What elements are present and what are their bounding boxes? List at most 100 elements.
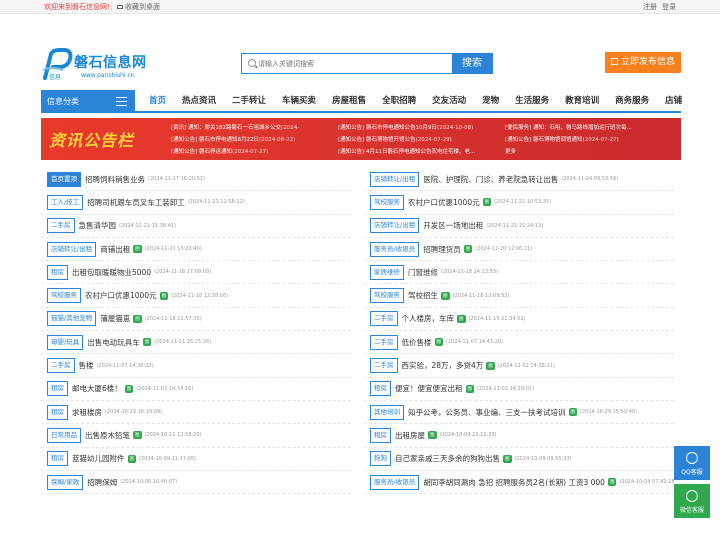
category-tag[interactable]: 日常用品 bbox=[47, 427, 81, 443]
item-title[interactable]: 出租房屋 bbox=[395, 430, 425, 441]
list-item[interactable]: 租房 蓝猫幼儿园附件图 (2024-10-09 11:37:05) bbox=[41, 448, 351, 471]
list-item[interactable]: 二手房 低价售楼图 (2024-11-07 14:41:20) bbox=[364, 331, 674, 355]
banner-notice-link[interactable]: [通知公告] 磐石市停电通知公告10月9日(2024-10-08) bbox=[338, 122, 503, 134]
list-item[interactable]: 家居维修 门窗维修 (2024-11-18 14:13:53) bbox=[364, 261, 674, 285]
item-title[interactable]: 招聘保姆 bbox=[87, 477, 117, 488]
nav-item[interactable]: 宠物 bbox=[474, 90, 507, 113]
nav-item[interactable]: 教育培训 bbox=[557, 90, 607, 113]
post-info-button[interactable]: 立即发布信息 bbox=[605, 52, 681, 73]
list-item[interactable]: 日常用品 出售原木铅笔图 (2024-10-11 12:58:20) bbox=[41, 424, 351, 448]
nav-item[interactable]: 二手转让 bbox=[224, 90, 274, 113]
list-item[interactable]: 店铺转让/出租 开发区一场地出租 (2024-11-21 15:24:13) bbox=[364, 215, 674, 238]
item-title[interactable]: 自己家亲戚三天多余的狗狗出售 bbox=[395, 453, 500, 464]
nav-item[interactable]: 店铺 bbox=[657, 90, 690, 113]
login-link[interactable]: 登录 bbox=[662, 0, 676, 14]
item-title[interactable]: 售楼 bbox=[79, 360, 94, 371]
list-item[interactable]: 驾校服务 农村户口优惠1000元图 (2024-11-22 10:53:35) bbox=[364, 191, 674, 215]
list-item[interactable]: 二手房 西实验，28万，多贷4万图 (2024-11-02 14:38:21) bbox=[364, 354, 674, 378]
item-title[interactable]: 出租包取暖暖物业5000 bbox=[72, 267, 151, 278]
list-item[interactable]: 服务员/收银员 招聘理货员图 (2024-11-20 12:06:21) bbox=[364, 238, 674, 262]
item-title[interactable]: 低价售楼 bbox=[402, 337, 432, 348]
category-tag[interactable]: 其他培训 bbox=[370, 404, 404, 420]
list-item[interactable]: 租房 出租房屋图 (2024-10-09 22:11:35) bbox=[364, 424, 674, 448]
nav-item[interactable]: 商务服务 bbox=[607, 90, 657, 113]
nav-item[interactable]: 车辆买卖 bbox=[274, 90, 324, 113]
category-tag[interactable]: 租房 bbox=[47, 264, 68, 280]
category-tag[interactable]: 驾校服务 bbox=[370, 194, 404, 210]
category-tag[interactable]: 首页置顶 bbox=[47, 171, 81, 187]
category-tag[interactable]: 驾校服务 bbox=[370, 288, 404, 304]
list-item[interactable]: 服务员/收银员 胡同李胡同涮肉 急招 招聘服务员2名(长期) 工资3 000 图 (2… bbox=[364, 471, 674, 495]
list-item[interactable]: 租房 出租包取暖暖物业5000 (2024-11-18 17:09:09) bbox=[41, 261, 351, 285]
category-tag[interactable]: 二手房 bbox=[370, 334, 398, 350]
item-title[interactable]: 个人楼房，车库 bbox=[402, 313, 455, 324]
qq-service-button[interactable]: QQ客服 bbox=[674, 446, 710, 480]
category-tag[interactable]: 店铺转让/出租 bbox=[370, 171, 420, 187]
item-title[interactable]: 胡同李胡同涮肉 急招 招聘服务员2名(长期) 工资3 000 bbox=[423, 477, 605, 488]
site-logo[interactable]: 磐石信息网 信息 www.panshishi.cn bbox=[41, 48, 146, 84]
category-tag[interactable]: 租房 bbox=[47, 451, 68, 467]
category-tag[interactable]: 租房 bbox=[370, 381, 391, 397]
category-tag[interactable]: 猫猫/其他宠物 bbox=[47, 311, 97, 327]
item-title[interactable]: 知乎公考，公务员、事业编、三支一扶考试培训 bbox=[408, 407, 566, 418]
item-title[interactable]: 急售清华园 bbox=[79, 220, 117, 231]
item-title[interactable]: 蓝猫幼儿园附件 bbox=[72, 453, 125, 464]
category-tag[interactable]: 工人/技工 bbox=[47, 194, 84, 210]
list-item[interactable]: 店铺转让/出租 商铺出租图 (2024-11-21 15:20:40) bbox=[41, 238, 351, 262]
item-title[interactable]: 便宜！便宜便宜出租 bbox=[395, 383, 463, 394]
add-to-desktop-link[interactable]: 收藏到桌面 bbox=[117, 0, 160, 14]
list-item[interactable]: 保姆/家政 招聘保姆 (2024-10-08 10:40:07) bbox=[41, 471, 351, 495]
list-item[interactable]: 租房 邮电大厦6楼！图 (2024-11-02 14:34:16) bbox=[41, 378, 351, 401]
category-tag[interactable]: 保姆/家政 bbox=[47, 474, 84, 490]
list-item[interactable]: 猫猫/其他宠物 蒲屋猫崽图 (2024-11-18 11:57:35) bbox=[41, 308, 351, 332]
item-title[interactable]: 门窗维修 bbox=[408, 267, 438, 278]
list-item[interactable]: 狗狗 自己家亲戚三天多余的狗狗出售图 (2024-10-09 09:55:33) bbox=[364, 448, 674, 471]
category-tag[interactable]: 租房 bbox=[47, 404, 68, 420]
item-title[interactable]: 招聘司机跟车员叉车工装卸工 bbox=[87, 197, 185, 208]
category-menu[interactable]: 信息分类 bbox=[41, 90, 135, 113]
list-item[interactable]: 二手房 售楼 (2024-11-07 14:36:03) bbox=[41, 354, 351, 378]
category-tag[interactable]: 母婴/玩具 bbox=[47, 334, 84, 350]
register-link[interactable]: 注册 bbox=[643, 0, 657, 14]
category-tag[interactable]: 狗狗 bbox=[370, 451, 391, 467]
item-title[interactable]: 邮电大厦6楼！ bbox=[72, 383, 122, 394]
banner-notice-link[interactable]: [通知公告] 磐石博物馆开馆公告(2024-07-29) bbox=[338, 134, 503, 146]
nav-item[interactable]: 热点资讯 bbox=[174, 90, 224, 113]
item-title[interactable]: 西实验，28万，多贷4万 bbox=[402, 360, 484, 371]
item-title[interactable]: 出售电动玩具车 bbox=[87, 337, 140, 348]
category-tag[interactable]: 二手房 bbox=[370, 311, 398, 327]
nav-item[interactable]: 生活服务 bbox=[507, 90, 557, 113]
list-item[interactable]: 其他培训 知乎公考，公务员、事业编、三支一扶考试培训图 (2024-10-29 15… bbox=[364, 401, 674, 425]
item-title[interactable]: 蒲屋猫崽 bbox=[100, 313, 130, 324]
item-title[interactable]: 医院、护理院、门诊、养老院急转让出售 bbox=[423, 174, 558, 185]
category-tag[interactable]: 驾校服务 bbox=[47, 288, 81, 304]
nav-item[interactable]: 首页 bbox=[141, 90, 174, 113]
banner-notice-link[interactable]: [通知公告] 磐石市停电通知8月22日(2024-08-22) bbox=[171, 134, 336, 146]
nav-item[interactable]: 全职招聘 bbox=[374, 90, 424, 113]
search-input[interactable] bbox=[258, 57, 448, 71]
category-tag[interactable]: 租房 bbox=[47, 381, 68, 397]
nav-item[interactable]: 房屋租售 bbox=[324, 90, 374, 113]
wechat-service-button[interactable]: 微信客服 bbox=[674, 484, 710, 518]
nav-item[interactable]: 交友活动 bbox=[424, 90, 474, 113]
category-tag[interactable]: 二手房 bbox=[370, 358, 398, 374]
category-tag[interactable]: 二手房 bbox=[47, 218, 75, 234]
list-item[interactable]: 二手房 个人楼房，车库图 (2024-11-15 21:34:02) bbox=[364, 308, 674, 332]
item-title[interactable]: 出售原木铅笔 bbox=[85, 430, 130, 441]
list-item[interactable]: 工人/技工 招聘司机跟车员叉车工装卸工 (2024-11-23 12:58:12) bbox=[41, 191, 351, 215]
category-tag[interactable]: 店铺转让/出租 bbox=[47, 241, 97, 257]
item-title[interactable]: 招聘饲料销售业务 bbox=[85, 174, 145, 185]
list-item[interactable]: 驾校服务 驾校招生图 (2024-11-18 12:09:53) bbox=[364, 284, 674, 308]
list-item[interactable]: 店铺转让/出租 医院、护理院、门诊、养老院急转让出售 (2024-11-24 09:… bbox=[364, 168, 674, 192]
list-item[interactable]: 租房 求租楼房 (2024-10-29 18:19:09) bbox=[41, 401, 351, 425]
item-title[interactable]: 求租楼房 bbox=[72, 407, 102, 418]
item-title[interactable]: 农村户口优惠1000元 bbox=[85, 290, 157, 301]
item-title[interactable]: 驾校招生 bbox=[408, 290, 438, 301]
category-tag[interactable]: 服务员/收银员 bbox=[370, 474, 420, 490]
category-tag[interactable]: 店铺转让/出租 bbox=[370, 218, 420, 234]
category-tag[interactable]: 服务员/收银员 bbox=[370, 241, 420, 257]
category-tag[interactable]: 租房 bbox=[370, 427, 391, 443]
item-title[interactable]: 农村户口优惠1000元 bbox=[408, 197, 480, 208]
search-button[interactable]: 搜索 bbox=[452, 54, 492, 73]
item-title[interactable]: 开发区一场地出租 bbox=[423, 220, 483, 231]
